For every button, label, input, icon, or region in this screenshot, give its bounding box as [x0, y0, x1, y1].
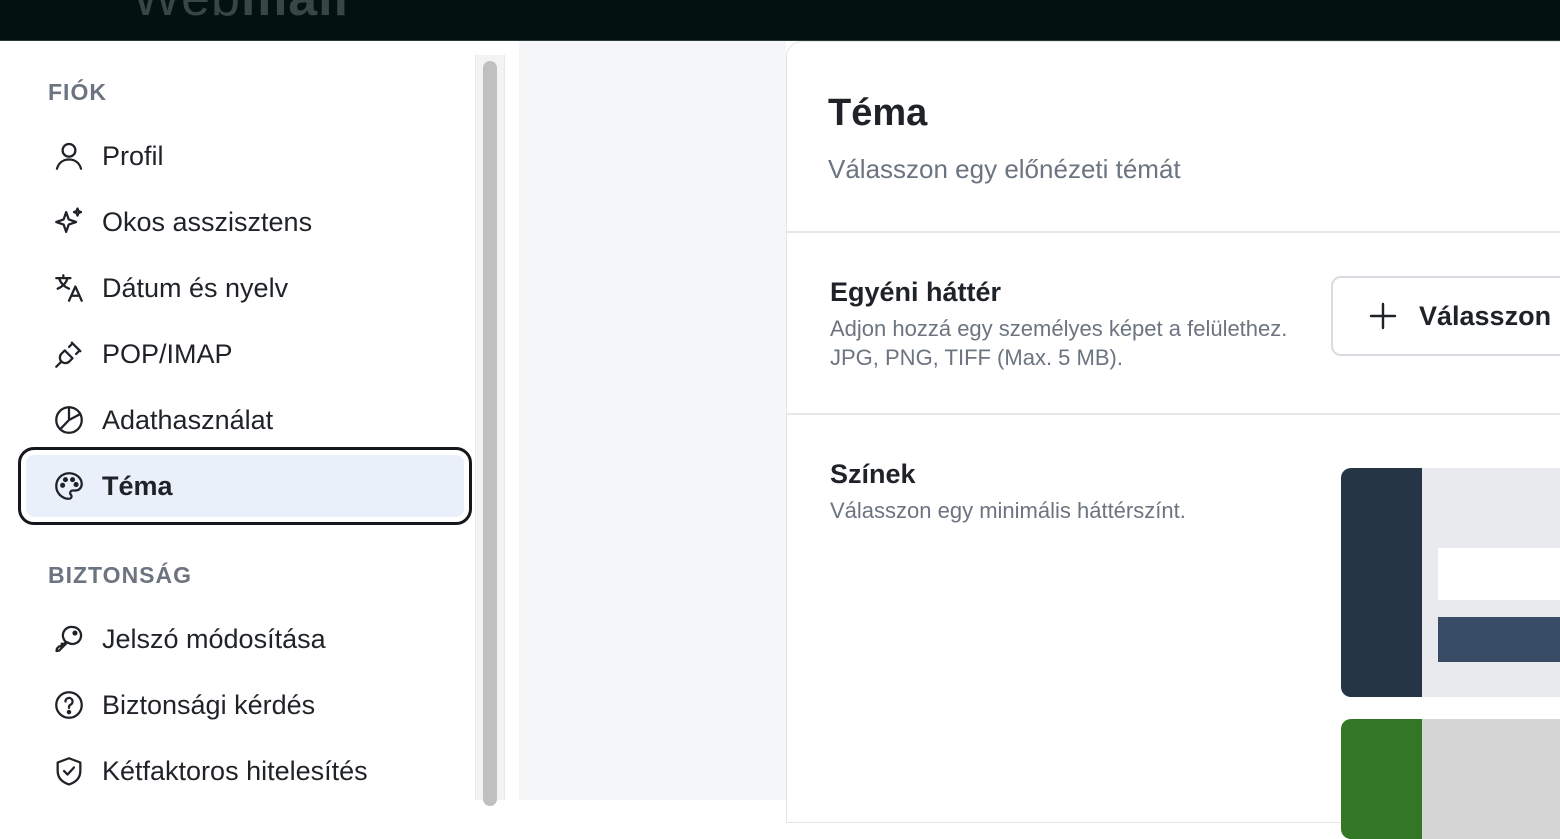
- swatch-sidebar-preview: [1341, 468, 1422, 697]
- swatch-sidebar-preview: [1341, 719, 1422, 839]
- sidebar-item-label: Profil: [102, 140, 164, 171]
- divider: [787, 231, 1560, 233]
- theme-settings-panel: Téma Válasszon egy előnézeti témát Egyén…: [786, 41, 1560, 839]
- swatch-content-preview: [1438, 548, 1560, 600]
- sidebar-item-two-factor[interactable]: Kétfaktoros hitelesítés: [26, 740, 464, 802]
- top-bar: Webmail: [0, 0, 1560, 41]
- custom-background-title: Egyéni háttér: [830, 277, 1002, 307]
- choose-background-label: Válasszon: [1419, 300, 1552, 331]
- question-circle-icon: [52, 688, 86, 722]
- colors-description: Válasszon egy minimális háttérszínt.: [830, 498, 1186, 523]
- page-subtitle: Válasszon egy előnézeti témát: [828, 154, 1181, 184]
- sidebar-item-label: Jelszó módosítása: [102, 623, 326, 654]
- key-icon: [52, 622, 86, 656]
- page-title: Téma: [828, 92, 928, 134]
- swatch-main-preview: [1422, 719, 1560, 839]
- sparkles-icon: [52, 205, 86, 239]
- custom-background-description: Adjon hozzá egy személyes képet a felüle…: [830, 316, 1288, 370]
- user-icon: [52, 139, 86, 173]
- sidebar-scrollbar[interactable]: [475, 55, 505, 806]
- swatch-accent-preview: [1438, 617, 1560, 662]
- sidebar-item-change-password[interactable]: Jelszó módosítása: [26, 608, 464, 670]
- sidebar-item-data-usage[interactable]: Adathasználat: [26, 389, 464, 451]
- sidebar-item-smart-assistant[interactable]: Okos asszisztens: [26, 191, 464, 253]
- sidebar-item-label: Dátum és nyelv: [102, 272, 289, 303]
- choose-background-button[interactable]: Válasszon: [1331, 276, 1560, 356]
- background-area: [519, 41, 786, 800]
- sidebar-item-label: Kétfaktoros hitelesítés: [102, 755, 368, 786]
- sidebar-item-profile[interactable]: Profil: [26, 125, 464, 187]
- sidebar-item-label: POP/IMAP: [102, 338, 233, 369]
- section-title-account: FIÓK: [48, 79, 107, 105]
- sidebar-item-label: Okos asszisztens: [102, 206, 313, 237]
- sidebar-item-pop-imap[interactable]: POP/IMAP: [26, 323, 464, 385]
- plus-icon: [1369, 302, 1397, 330]
- pie-chart-icon: [52, 403, 86, 437]
- sidebar-scrollbar-thumb[interactable]: [483, 61, 497, 806]
- sidebar-item-date-language[interactable]: Dátum és nyelv: [26, 257, 464, 319]
- color-swatch-slate[interactable]: [1341, 468, 1560, 697]
- settings-sidebar: FIÓK Profil Okos asszisztens Dátum és ny…: [0, 41, 475, 800]
- plug-icon: [52, 337, 86, 371]
- shield-check-icon: [52, 754, 86, 788]
- sidebar-item-label: Téma: [102, 470, 173, 501]
- sidebar-item-security-question[interactable]: Biztonsági kérdés: [26, 674, 464, 736]
- app-logo[interactable]: Webmail: [132, 0, 349, 28]
- sidebar-item-theme[interactable]: Téma: [18, 447, 472, 525]
- translate-icon: [52, 271, 86, 305]
- colors-title: Színek: [830, 459, 916, 489]
- sidebar-item-label: Biztonsági kérdés: [102, 689, 316, 720]
- logo-bold-text: mail: [241, 0, 349, 27]
- palette-icon: [52, 469, 86, 503]
- logo-light-text: Web: [132, 0, 241, 27]
- divider: [787, 413, 1560, 415]
- color-swatch-green[interactable]: [1341, 719, 1560, 839]
- section-title-security: BIZTONSÁG: [48, 562, 193, 588]
- sidebar-item-label: Adathasználat: [102, 404, 274, 435]
